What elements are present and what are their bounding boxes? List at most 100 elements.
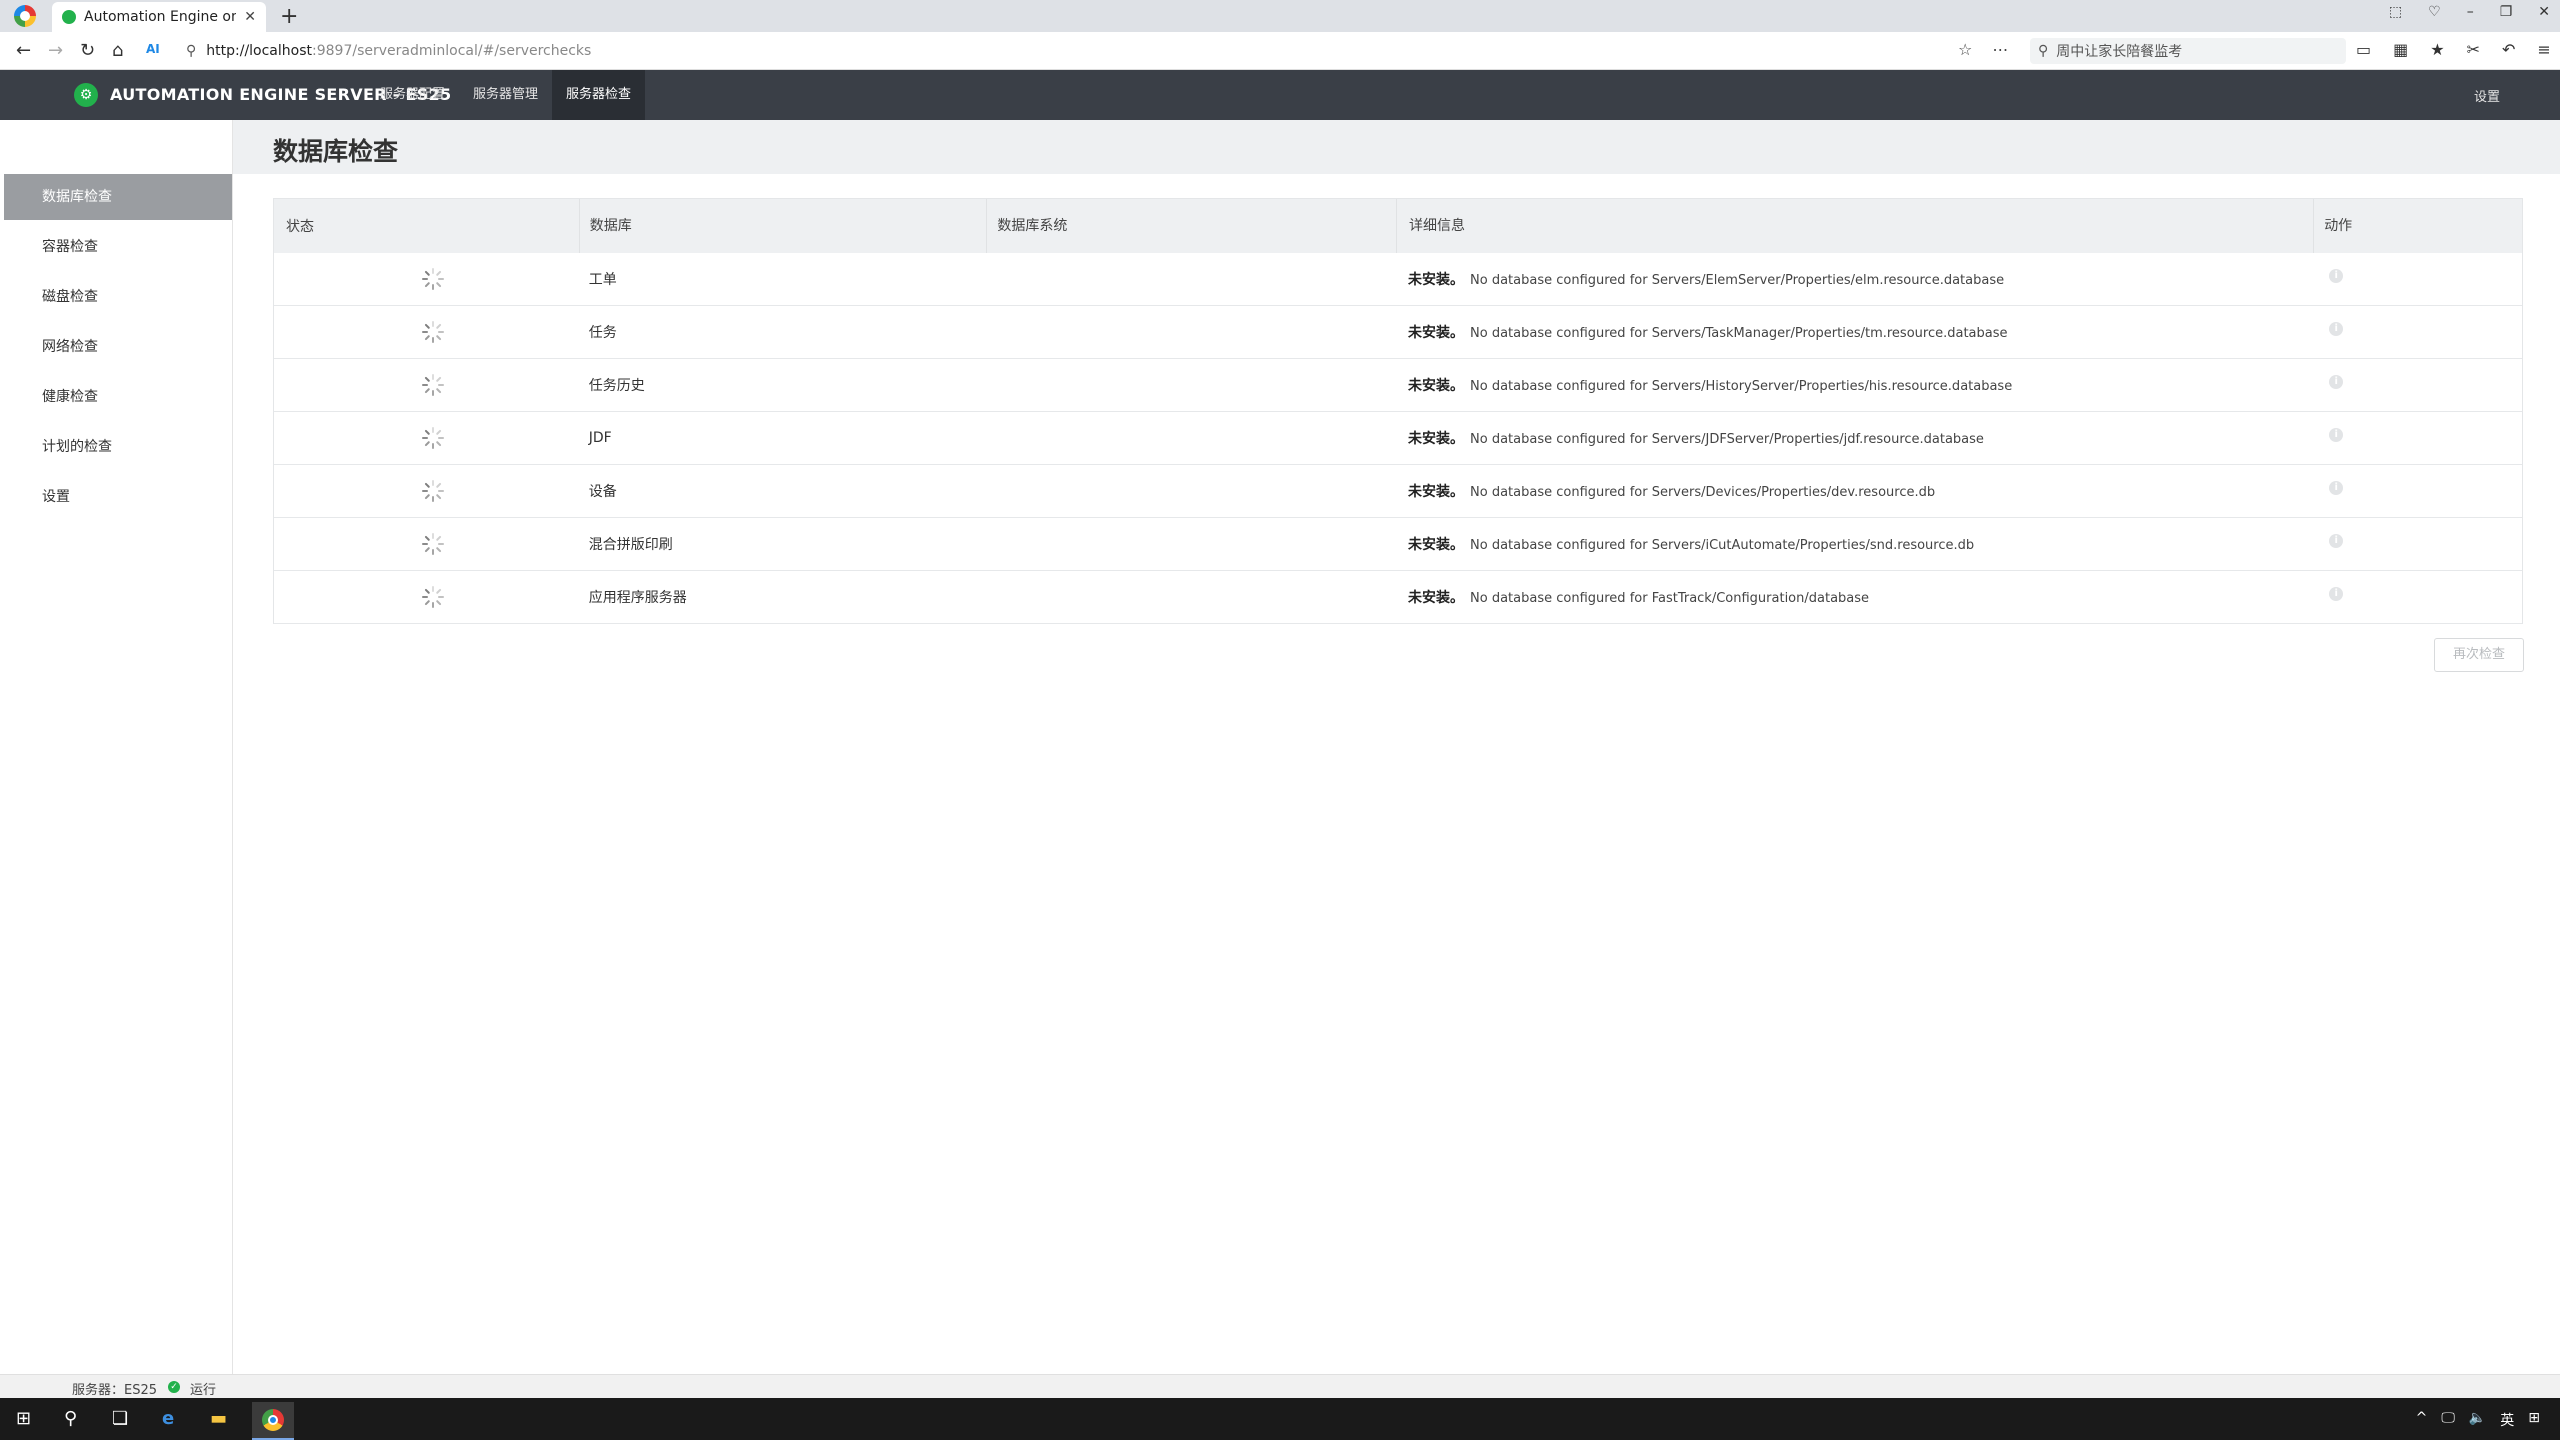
- header-action: 动作: [2313, 199, 2522, 253]
- table-row: 任务历史 未安装。 No database configured for Serv…: [274, 359, 2522, 412]
- edge-browser-icon[interactable]: e: [162, 1408, 174, 1429]
- menu-icon[interactable]: ≡: [2537, 40, 2550, 59]
- reload-icon[interactable]: ↻: [80, 40, 95, 61]
- detail-message: No database configured for Servers/iCutA…: [1470, 538, 1975, 553]
- window-close-button[interactable]: ✕: [2538, 4, 2550, 20]
- loading-spinner-icon: [422, 480, 444, 502]
- detail-status-label: 未安装。: [1408, 537, 1465, 553]
- database-name: 任务历史: [588, 378, 645, 394]
- window-control-favorite-icon[interactable]: ♡: [2428, 4, 2441, 20]
- tray-expand-icon[interactable]: ^: [2416, 1410, 2428, 1430]
- loading-spinner-icon: [422, 533, 444, 555]
- screenshot-icon[interactable]: ✂: [2467, 40, 2480, 59]
- status-cell: [274, 465, 579, 517]
- page-header: 数据库检查: [233, 120, 2560, 174]
- app-logo-gear-icon: ⚙: [74, 83, 98, 107]
- recheck-button[interactable]: 再次检查: [2434, 638, 2524, 672]
- info-icon[interactable]: i: [2329, 322, 2344, 336]
- window-control-pin-icon[interactable]: ⬚: [2389, 4, 2402, 20]
- app-header: ⚙ AUTOMATION ENGINE SERVER - ES25 服务器配置 …: [0, 70, 2560, 120]
- info-icon[interactable]: i: [2329, 587, 2344, 601]
- sidebar-item-scheduled-checks[interactable]: 计划的检查: [4, 424, 232, 470]
- system-tray: ^ 🖵 🔈 英 ⊞: [2416, 1410, 2540, 1430]
- header-settings-link[interactable]: 设置: [2474, 86, 2500, 105]
- bookmark-star-icon[interactable]: ☆: [1958, 40, 1972, 59]
- new-tab-button[interactable]: +: [280, 4, 298, 29]
- server-label: 服务器：ES25: [72, 1383, 158, 1398]
- sidebar-item-health-checks[interactable]: 健康检查: [4, 374, 232, 420]
- server-state: 运行: [190, 1383, 217, 1398]
- action-cell: i: [2313, 359, 2522, 411]
- nav-server-checks[interactable]: 服务器检查: [552, 70, 646, 120]
- sidebar-toggle-icon[interactable]: ▭: [2356, 40, 2371, 59]
- header-status: 状态: [286, 219, 314, 235]
- info-icon[interactable]: i: [2329, 269, 2344, 283]
- details-cell: 未安装。 No database configured for Servers/E…: [1396, 269, 2313, 289]
- info-icon[interactable]: i: [2329, 534, 2344, 548]
- detail-message: No database configured for Servers/TaskM…: [1470, 326, 2008, 341]
- browser-tab-active[interactable]: Automation Engine on loca ✕: [52, 2, 266, 32]
- table-row: 设备 未安装。 No database configured for Server…: [274, 465, 2522, 518]
- apps-grid-icon[interactable]: ▦: [2393, 40, 2408, 59]
- window-controls: ⬚ ♡ – ❐ ✕: [2389, 4, 2550, 20]
- tray-network-icon[interactable]: 🖵: [2441, 1410, 2455, 1430]
- info-icon[interactable]: i: [2329, 375, 2344, 389]
- table-row: 应用程序服务器 未安装。 No database configured for F…: [274, 571, 2522, 624]
- status-cell: [274, 571, 579, 623]
- tray-volume-icon[interactable]: 🔈: [2469, 1410, 2486, 1430]
- window-restore-button[interactable]: ❐: [2500, 4, 2513, 20]
- tray-input-language[interactable]: 英: [2500, 1410, 2514, 1430]
- task-view-icon[interactable]: ❏: [112, 1408, 128, 1429]
- file-explorer-icon[interactable]: ▬: [210, 1408, 227, 1429]
- sidebar-item-container-checks[interactable]: 容器检查: [4, 224, 232, 270]
- taskbar-browser-app[interactable]: [252, 1402, 294, 1440]
- browser-logo-icon[interactable]: [14, 5, 36, 27]
- forward-arrow-icon[interactable]: →: [48, 40, 63, 61]
- back-arrow-icon[interactable]: ←: [16, 40, 31, 61]
- ai-extension-icon[interactable]: AI: [146, 42, 160, 56]
- windows-start-icon[interactable]: ⊞: [16, 1408, 31, 1429]
- action-cell: i: [2313, 253, 2522, 305]
- sidebar-item-disk-checks[interactable]: 磁盘检查: [4, 274, 232, 320]
- browser-search-box[interactable]: ⚲ 周中让家长陪餐监考: [2030, 38, 2346, 64]
- url-path: :9897/serveradminlocal/#/serverchecks: [312, 43, 592, 59]
- app-nav: 服务器配置 服务器管理 服务器检查: [366, 70, 646, 120]
- page-title: 数据库检查: [273, 137, 399, 166]
- header-database: 数据库: [578, 199, 987, 253]
- status-bar: 服务器：ES25 ✓ 运行: [0, 1374, 2560, 1398]
- status-cell: [274, 253, 579, 305]
- table-header-row: 状态 数据库 数据库系统 详细信息 动作: [274, 199, 2522, 253]
- taskbar-browser-icon: [262, 1409, 284, 1431]
- url-search-icon: ⚲: [186, 43, 197, 59]
- tab-title: Automation Engine on loca: [84, 9, 237, 25]
- detail-status-label: 未安装。: [1408, 431, 1465, 447]
- action-cell: i: [2313, 571, 2522, 623]
- taskbar-search-icon[interactable]: ⚲: [64, 1408, 77, 1429]
- detail-message: No database configured for Servers/ElemS…: [1470, 273, 2005, 288]
- browser-search-text: 周中让家长陪餐监考: [2056, 44, 2183, 60]
- undo-icon[interactable]: ↶: [2502, 40, 2515, 59]
- tab-close-icon[interactable]: ✕: [244, 9, 256, 25]
- sidebar-item-network-checks[interactable]: 网络检查: [4, 324, 232, 370]
- nav-server-management[interactable]: 服务器管理: [459, 70, 552, 120]
- details-cell: 未安装。 No database configured for Servers/D…: [1396, 481, 2313, 501]
- home-icon[interactable]: ⌂: [112, 40, 123, 61]
- database-name: 任务: [588, 325, 617, 341]
- url-field[interactable]: ⚲ http://localhost:9897/serveradminlocal…: [186, 38, 1986, 64]
- more-options-icon[interactable]: ⋯: [1992, 40, 2008, 59]
- loading-spinner-icon: [422, 586, 444, 608]
- window-minimize-button[interactable]: –: [2467, 4, 2474, 20]
- nav-server-config[interactable]: 服务器配置: [366, 70, 459, 120]
- sidebar-item-settings[interactable]: 设置: [4, 474, 232, 520]
- favorites-icon[interactable]: ★: [2430, 40, 2444, 59]
- info-icon[interactable]: i: [2329, 428, 2344, 442]
- info-icon[interactable]: i: [2329, 481, 2344, 495]
- detail-message: No database configured for Servers/Histo…: [1470, 379, 2013, 394]
- details-cell: 未安装。 No database configured for Servers/H…: [1396, 375, 2313, 395]
- tray-ime-icon[interactable]: ⊞: [2528, 1410, 2540, 1430]
- sidebar-item-database-checks[interactable]: 数据库检查: [4, 174, 232, 220]
- action-cell: i: [2313, 412, 2522, 464]
- status-cell: [274, 518, 579, 570]
- header-database-system: 数据库系统: [986, 199, 1396, 253]
- action-cell: i: [2313, 465, 2522, 517]
